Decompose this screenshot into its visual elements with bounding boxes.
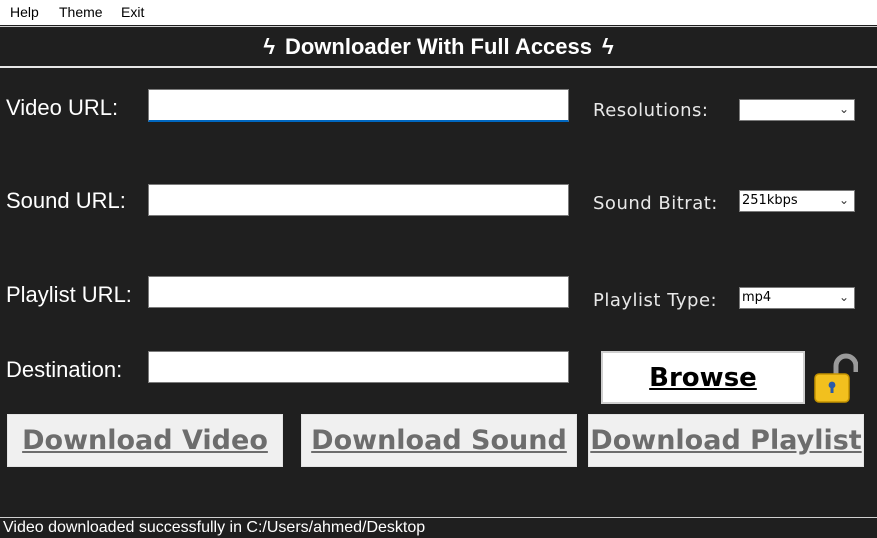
sound-url-label: Sound URL: [6, 188, 126, 213]
status-bar: Video downloaded successfully in C:/User… [0, 517, 877, 537]
menu-help[interactable]: Help [10, 4, 39, 20]
sound-url-input[interactable] [148, 184, 569, 216]
browse-button[interactable]: Browse [601, 351, 805, 404]
playlist-type-label: Playlist Type: [593, 290, 718, 311]
destination-input[interactable] [148, 351, 569, 383]
playlist-url-label: Playlist URL: [6, 282, 132, 307]
sound-bitrate-label: Sound Bitrat: [593, 193, 718, 214]
menu-bar: Help Theme Exit [0, 0, 877, 25]
menu-exit[interactable]: Exit [121, 4, 144, 20]
video-url-label: Video URL: [6, 95, 119, 120]
lightning-bolt-icon: ϟ [263, 33, 275, 59]
destination-label: Destination: [6, 357, 123, 382]
sound-bitrate-select[interactable]: 251kbps ⌄ [739, 190, 855, 212]
playlist-type-select[interactable]: mp4 ⌄ [739, 287, 855, 309]
chevron-down-icon: ⌄ [838, 102, 849, 116]
resolutions-label: Resolutions: [593, 100, 709, 121]
unlocked-padlock-icon[interactable] [812, 352, 859, 408]
chevron-down-icon: ⌄ [838, 193, 849, 207]
resolutions-select[interactable]: ⌄ [739, 99, 855, 121]
download-sound-button[interactable]: Download Sound [301, 414, 577, 467]
app-title-bar: ϟ Downloader With Full Access ϟ [0, 26, 877, 68]
download-video-button[interactable]: Download Video [7, 414, 283, 467]
sound-bitrate-value: 251kbps [742, 193, 798, 208]
lightning-bolt-icon: ϟ [602, 33, 614, 59]
download-playlist-button[interactable]: Download Playlist [588, 414, 864, 467]
chevron-down-icon: ⌄ [838, 290, 849, 304]
video-url-input[interactable] [148, 89, 569, 122]
app-title: Downloader With Full Access [284, 33, 593, 59]
menu-theme[interactable]: Theme [59, 4, 103, 20]
playlist-type-value: mp4 [742, 290, 772, 305]
playlist-url-input[interactable] [148, 276, 569, 308]
